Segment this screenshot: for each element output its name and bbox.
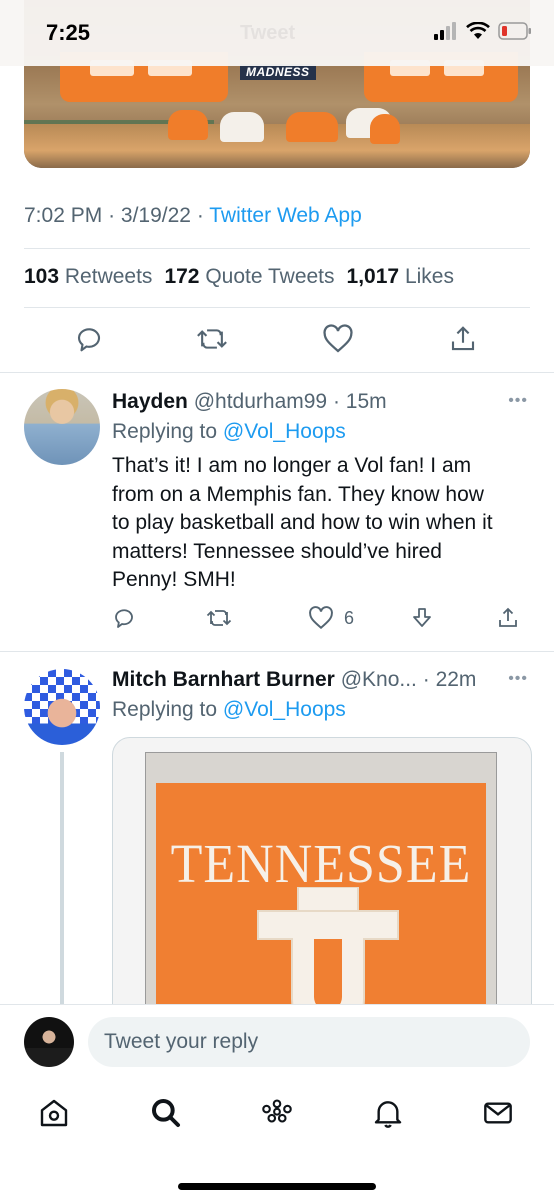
retweet-button[interactable] xyxy=(196,324,228,354)
downvote-button[interactable] xyxy=(410,606,434,630)
tab-spaces[interactable] xyxy=(257,1093,297,1133)
mention-link[interactable]: @Vol_Hoops xyxy=(223,698,346,721)
tweet-stats: 103 Retweets 172 Quote Tweets 1,017 Like… xyxy=(24,265,454,289)
tab-home[interactable] xyxy=(34,1093,74,1133)
more-options-icon[interactable]: ••• xyxy=(508,670,528,688)
more-options-icon[interactable]: ••• xyxy=(508,392,528,410)
home-indicator xyxy=(178,1183,376,1190)
tab-messages[interactable] xyxy=(478,1093,518,1133)
retweets-stat[interactable]: 103 Retweets xyxy=(24,265,152,289)
author-handle[interactable]: @Kno... xyxy=(341,668,417,691)
search-icon xyxy=(152,1099,180,1127)
heart-icon xyxy=(323,324,353,353)
author-handle[interactable]: @htdurham99 xyxy=(194,390,327,413)
tab-search[interactable] xyxy=(146,1093,186,1133)
retweet-icon xyxy=(206,610,232,626)
share-icon xyxy=(499,607,517,627)
share-icon xyxy=(451,326,475,351)
reply-button[interactable] xyxy=(112,606,136,630)
status-bar: 7:25 Tweet xyxy=(0,0,554,66)
reply-compose-input[interactable]: Tweet your reply xyxy=(88,1017,530,1067)
header-title: Tweet xyxy=(240,22,296,44)
divider xyxy=(0,372,554,373)
sneaker xyxy=(220,112,264,142)
wifi-icon xyxy=(466,22,490,39)
reply-author: Mitch Barnhart Burner @Kno... · 22m xyxy=(112,668,477,691)
reply-text: That’s it! I am no longer a Vol fan! I a… xyxy=(112,454,493,592)
tweet-source-link[interactable]: Twitter Web App xyxy=(209,204,362,227)
tweet-actions xyxy=(24,324,530,360)
reply-time: 15m xyxy=(345,390,387,413)
mention-link[interactable]: @Vol_Hoops xyxy=(223,420,346,443)
reply-media-image[interactable]: TENNESSEE xyxy=(112,737,532,1027)
reply-button[interactable] xyxy=(74,324,104,354)
reply-author: Hayden @htdurham99 · 15m xyxy=(112,390,387,413)
downvote-icon xyxy=(413,608,431,627)
battery-icon xyxy=(498,22,531,40)
quote-tweets-stat[interactable]: 172 Quote Tweets xyxy=(164,265,334,289)
heart-icon xyxy=(309,606,333,630)
reply-actions: 6 xyxy=(112,606,530,642)
reply-icon xyxy=(77,328,101,352)
tweet-date: 3/19/22 xyxy=(120,204,191,227)
avatar[interactable] xyxy=(24,389,100,465)
messages-icon xyxy=(484,1102,512,1124)
user-avatar[interactable] xyxy=(24,1017,74,1067)
tweet-time: 7:02 PM xyxy=(24,204,103,227)
share-button[interactable] xyxy=(448,324,478,354)
signal-icon xyxy=(434,22,456,40)
status-icons xyxy=(434,22,532,40)
divider xyxy=(24,248,530,249)
like-button[interactable] xyxy=(322,324,354,354)
retweet-icon xyxy=(197,329,227,349)
reply-time: 22m xyxy=(435,668,477,691)
reply-icon xyxy=(115,609,133,628)
divider xyxy=(0,651,554,652)
replying-to: Replying to @Vol_Hoops xyxy=(112,420,346,443)
sneaker xyxy=(370,114,400,144)
tweet-timestamp: 7:02 PM · 3/19/22 · Twitter Web App xyxy=(24,204,362,227)
sneaker xyxy=(168,110,208,140)
like-count: 6 xyxy=(344,607,355,628)
share-button[interactable] xyxy=(496,606,520,630)
author-name[interactable]: Mitch Barnhart Burner xyxy=(112,668,335,691)
retweet-button[interactable] xyxy=(206,606,232,630)
likes-stat[interactable]: 1,017 Likes xyxy=(347,265,454,289)
tab-notifications[interactable] xyxy=(368,1093,408,1133)
replying-to: Replying to @Vol_Hoops xyxy=(112,698,346,721)
thread-line xyxy=(60,752,64,1004)
like-button[interactable]: 6 xyxy=(308,606,354,630)
madness-logo: MADNESS xyxy=(240,64,316,80)
notifications-icon xyxy=(374,1101,402,1128)
spaces-icon xyxy=(262,1099,292,1123)
tab-bar xyxy=(0,1093,554,1137)
status-time: 7:25 xyxy=(46,20,91,45)
tennessee-banner: TENNESSEE xyxy=(145,752,497,1026)
author-name[interactable]: Hayden xyxy=(112,390,188,413)
sneaker xyxy=(286,112,338,142)
bottom-bar: Tweet your reply xyxy=(0,1004,554,1200)
divider xyxy=(24,307,530,308)
avatar[interactable] xyxy=(24,669,100,745)
home-icon xyxy=(40,1099,68,1127)
